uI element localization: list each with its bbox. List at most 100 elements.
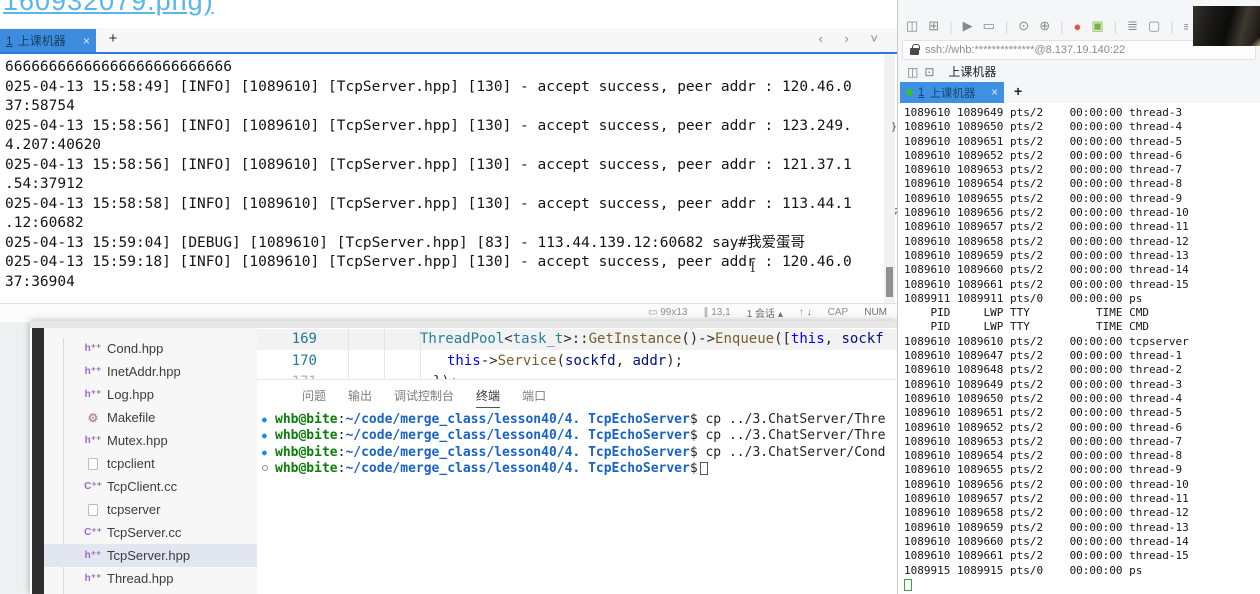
new-tab-button[interactable]: + — [1014, 83, 1022, 99]
file-item-TcpServer.cc[interactable]: C⁺⁺ TcpServer.cc — [44, 521, 257, 544]
log-line: 66666666666666666666666666 — [5, 58, 884, 78]
code-token: this — [791, 331, 825, 347]
file-item-TcpServer.hpp[interactable]: h⁺⁺TcpServer.hpp — [44, 544, 257, 567]
hpp-file-icon: h⁺⁺ — [84, 573, 102, 584]
new-tab-button[interactable]: + — [104, 30, 122, 47]
ssh-address: ssh://whb:**************@8.137.19.140:22 — [925, 44, 1125, 56]
command-status-dot — [262, 464, 275, 473]
scroll-arrows[interactable]: ↑ ↓ — [799, 307, 812, 318]
terminal-cursor — [700, 462, 708, 475]
window-icon[interactable]: ▢ — [1148, 18, 1160, 34]
file-item-Mutex.hpp[interactable]: h⁺⁺Mutex.hpp — [44, 429, 257, 452]
ps-output: 1089610 1089649 pts/2 00:00:00 thread-3 … — [904, 106, 1260, 578]
grid-icon[interactable]: ≣ — [1127, 18, 1138, 34]
terminal-line: ●whb@bite:~/code/merge_class/lesson40/4.… — [262, 428, 897, 445]
file-item-tcpserver[interactable]: tcpserver — [44, 498, 257, 521]
prompt-symbol: $ — [690, 412, 698, 427]
file-name: TcpClient.cc — [107, 479, 177, 494]
prompt-colon: : — [338, 461, 346, 476]
panel-tab-输出[interactable]: 输出 — [348, 387, 372, 408]
session-name: 上课机器 — [948, 63, 996, 80]
vscode-window: h⁺⁺Cond.hpph⁺⁺InetAddr.hpph⁺⁺Log.hpp⚙Mak… — [30, 321, 897, 594]
code-editor[interactable]: 169 ThreadPool<task_t>::GetInstance()->En… — [257, 328, 897, 379]
log-line: 025-04-13 15:58:56] [INFO] [1089610] [Tc… — [5, 117, 884, 137]
file-item-Cond.hpp[interactable]: h⁺⁺Cond.hpp — [44, 337, 257, 360]
file-item-InetAddr.hpp[interactable]: h⁺⁺InetAddr.hpp — [44, 360, 257, 383]
log-line: .12:60682 — [5, 214, 884, 234]
separator: | — [949, 19, 952, 34]
command-status-dot: ● — [262, 415, 275, 424]
panel-tab-端口[interactable]: 端口 — [522, 387, 546, 408]
separator: | — [1114, 19, 1117, 34]
terminal-line: ●whb@bite:~/code/merge_class/lesson40/4.… — [262, 444, 897, 461]
monitor-icon[interactable]: ≡ — [1184, 19, 1188, 34]
xshell-tab-bar: 1 上课机器 × + ‹ › ˅ — [0, 28, 897, 52]
new-session-icon[interactable]: ⊞ — [928, 18, 939, 34]
image-link[interactable]: 160932079.png) — [3, 0, 214, 17]
code-token: Service — [498, 353, 557, 369]
log-line: 37:58754 — [5, 97, 884, 117]
file-item-tcpclient[interactable]: tcpclient — [44, 452, 257, 475]
line-number: 169 — [257, 331, 317, 347]
prompt-user: whb@bite — [275, 412, 338, 427]
remote-terminal[interactable]: 1089610 1089649 pts/2 00:00:00 thread-3 … — [898, 103, 1260, 594]
prompt-symbol: $ — [690, 428, 698, 443]
panel-tab-终端[interactable]: 终端 — [476, 387, 500, 408]
file-item-Log.hpp[interactable]: h⁺⁺Log.hpp — [44, 383, 257, 406]
code-token: , — [825, 331, 842, 347]
xshell-session-tab[interactable]: 1 上课机器 × — [0, 29, 96, 52]
terminal-size-indicator: ▭ 99x13 — [648, 307, 687, 318]
code-token: >:: — [563, 331, 588, 347]
vscode-activity-bar[interactable] — [32, 328, 44, 594]
close-tab-icon[interactable]: × — [991, 87, 998, 99]
remote-ssh-panel: ◫⊞|▶▭|⊙⊕|●▣|≣▢|≡ ssh://whb:*************… — [897, 0, 1260, 594]
hpp-file-icon: h⁺⁺ — [84, 343, 102, 354]
tab-scroll-controls[interactable]: ‹ › ˅ — [819, 31, 887, 46]
file-item-TcpClient.cc[interactable]: C⁺⁺ TcpClient.cc — [44, 475, 257, 498]
tab-label: 上课机器 — [929, 85, 975, 101]
log-line: 025-04-13 15:58:58] [INFO] [1089610] [Tc… — [5, 195, 884, 215]
code-token: addr — [632, 353, 666, 369]
file-item-partial[interactable]: h⁺⁺ — [44, 590, 257, 594]
hpp-file-icon: h⁺⁺ — [84, 435, 102, 446]
cpp-file-icon: C⁺⁺ — [84, 527, 102, 538]
xshell-scrollbar[interactable] — [884, 54, 895, 303]
log-line: 025-04-13 15:58:49] [INFO] [1089610] [Tc… — [5, 78, 884, 98]
code-text: this->Service(sockfd, addr); — [330, 353, 683, 369]
session-row: ◫ ⊡ 上课机器 — [907, 63, 996, 80]
hollow-dot — [262, 465, 268, 471]
log-line: 4.207:40620 — [5, 136, 884, 156]
line-number: 170 — [257, 353, 317, 369]
session-count[interactable]: 1 会话 ▴ — [747, 305, 783, 320]
code-text: ThreadPool<task_t>::GetInstance()->Enque… — [330, 331, 884, 347]
code-token: ([ — [774, 331, 791, 347]
file-item-Thread.hpp[interactable]: h⁺⁺Thread.hpp — [44, 567, 257, 590]
vscode-terminal[interactable]: ●whb@bite:~/code/merge_class/lesson40/4.… — [262, 411, 897, 594]
file-name: tcpclient — [107, 456, 155, 471]
prompt-colon: : — [338, 412, 346, 427]
prompt-colon: : — [338, 428, 346, 443]
prompt-path: ~/code/merge_class/lesson40/4. TcpEchoSe… — [345, 461, 689, 476]
clone-window-icon[interactable]: ◫ — [906, 18, 918, 34]
script-icon[interactable]: ▣ — [1091, 18, 1103, 34]
zoom-icon[interactable]: ⊕ — [1039, 18, 1050, 34]
remote-session-tab[interactable]: 1 上课机器 × — [900, 82, 1004, 103]
send-icon[interactable]: ▶ — [963, 18, 973, 34]
file-name: TcpServer.hpp — [107, 548, 190, 563]
code-token: sockf — [842, 331, 884, 347]
panel-tab-调试控制台[interactable]: 调试控制台 — [394, 387, 454, 408]
file-item-Makefile[interactable]: ⚙Makefile — [44, 406, 257, 429]
record-icon[interactable]: ● — [1073, 19, 1081, 34]
scrollbar-thumb[interactable] — [886, 267, 893, 297]
clone-session-icon[interactable]: ◫ — [907, 65, 918, 79]
search-icon[interactable]: ⊙ — [1018, 18, 1029, 34]
panel-tab-问题[interactable]: 问题 — [302, 387, 326, 408]
file-name: TcpServer.cc — [107, 525, 181, 540]
code-token: -> — [481, 353, 498, 369]
webcam-video-overlay — [1193, 6, 1260, 46]
minimize-icon[interactable]: ▭ — [983, 18, 995, 34]
open-window-icon[interactable]: ⊡ — [924, 65, 934, 79]
close-tab-icon[interactable]: × — [83, 34, 90, 48]
cpp-file-icon: C⁺⁺ — [84, 481, 102, 492]
code-token: ( — [557, 353, 565, 369]
